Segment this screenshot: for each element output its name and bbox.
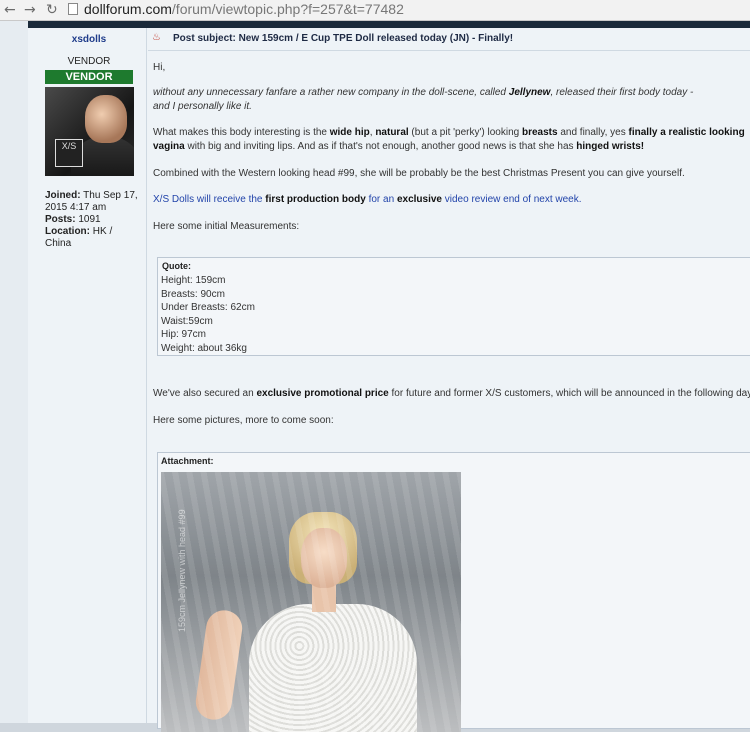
quote-line: Under Breasts: 62cm <box>161 302 255 313</box>
subject-row: ♨ Post subject: New 159cm / E Cup TPE Do… <box>148 28 750 51</box>
p6-a: We've also secured an <box>153 388 257 399</box>
p4-a: X/S Dolls will receive the <box>153 194 266 205</box>
reload-button[interactable]: ↻ <box>46 1 58 19</box>
avatar-logo: X/S <box>55 139 83 167</box>
subject-label: Post subject: <box>173 33 236 44</box>
url-domain: dollforum.com <box>84 1 172 17</box>
subject-text: New 159cm / E Cup TPE Doll released toda… <box>238 33 514 44</box>
paragraph-measurements: Here some initial Measurements: <box>153 221 300 232</box>
quote-line: Height: 159cm <box>161 275 226 286</box>
forward-button[interactable]: → <box>24 1 36 19</box>
page-gutter <box>0 21 29 723</box>
photo-veil <box>161 472 461 732</box>
posts-label: Posts: <box>45 214 76 225</box>
vendor-badge: VENDOR <box>45 70 133 84</box>
p2-f: breasts <box>521 127 558 138</box>
post-icon[interactable]: ♨ <box>152 32 161 43</box>
profile-info: Joined: Thu Sep 17, 2015 4:17 am Posts: … <box>45 190 141 250</box>
quote-box: Quote: Height: 159cm Breasts: 90cm Under… <box>157 257 750 356</box>
p4-e: video review end of next week. <box>442 194 582 205</box>
post-profile: xsdolls VENDOR VENDOR X/S Joined: Thu Se… <box>32 28 147 723</box>
paragraph-pictures: Here some pictures, more to come soon: <box>153 415 334 426</box>
back-button[interactable]: ← <box>4 1 16 19</box>
p2-g: and finally, yes <box>557 127 629 138</box>
p6-b: exclusive promotional price <box>256 388 389 399</box>
p1-c: , released their first body today - <box>550 87 694 98</box>
attachment-box: Attachment: 159cm Jellynew with head #99 <box>157 452 750 732</box>
post-body: ♨ Post subject: New 159cm / E Cup TPE Do… <box>148 28 750 732</box>
attachment-title: Attachment: <box>161 456 214 466</box>
paragraph-intro: without any unnecessary fanfare a rather… <box>153 86 748 114</box>
p2-b: wide hip <box>329 127 370 138</box>
p2-e: (but a pit 'perky') looking <box>408 127 522 138</box>
quote-line: Waist:59cm <box>161 315 213 327</box>
header-strip <box>28 21 750 28</box>
paragraph-head: Combined with the Western looking head #… <box>153 168 685 179</box>
greeting: Hi, <box>153 62 166 73</box>
avatar: X/S <box>45 87 134 176</box>
address-bar[interactable]: dollforum.com/forum/viewtopic.php?f=257&… <box>66 0 750 19</box>
attachment-image[interactable]: 159cm Jellynew with head #99 <box>161 472 461 732</box>
quote-lines: Height: 159cm Breasts: 90cm Under Breast… <box>161 274 255 355</box>
joined-label: Joined: <box>45 190 81 201</box>
location-label: Location: <box>45 226 90 237</box>
quote-line: Breasts: 90cm <box>161 288 225 300</box>
paragraph-features: What makes this body interesting is the … <box>153 126 748 154</box>
p2-d: natural <box>375 127 409 138</box>
quote-line: Hip: 97cm <box>161 329 207 340</box>
p2-j: hinged wrists! <box>576 141 645 152</box>
rank-title: VENDOR <box>67 56 111 67</box>
p4-c: for an <box>365 194 397 205</box>
p1-b: Jellynew <box>508 87 551 98</box>
p4-b: first production body <box>265 194 366 205</box>
url-path: /forum/viewtopic.php?f=257&t=77482 <box>171 1 404 17</box>
p6-c: for future and former X/S customers, whi… <box>388 388 750 399</box>
avatar-head <box>85 95 127 143</box>
paragraph-promo: We've also secured an exclusive promotio… <box>153 387 750 401</box>
page-icon <box>68 3 78 15</box>
quote-title: Quote: <box>162 261 191 271</box>
browser-toolbar: ← → ↻ dollforum.com/forum/viewtopic.php?… <box>0 0 750 21</box>
photo-watermark: 159cm Jellynew with head #99 <box>177 509 187 632</box>
post-subject: Post subject: New 159cm / E Cup TPE Doll… <box>173 33 513 44</box>
p2-a: What makes this body interesting is the <box>153 127 330 138</box>
paragraph-review: X/S Dolls will receive the first product… <box>153 193 748 207</box>
p4-d: exclusive <box>396 194 442 205</box>
p2-i: with big and inviting lips. And as if th… <box>184 141 577 152</box>
posts-value: 1091 <box>78 214 101 225</box>
url-text: dollforum.com/forum/viewtopic.php?f=257&… <box>84 1 404 17</box>
quote-line: Weight: about 36kg <box>161 342 247 354</box>
p1-d: and I personally like it. <box>153 101 252 112</box>
p1-a: without any unnecessary fanfare a rather… <box>153 87 509 98</box>
username-link[interactable]: xsdolls <box>32 34 146 45</box>
